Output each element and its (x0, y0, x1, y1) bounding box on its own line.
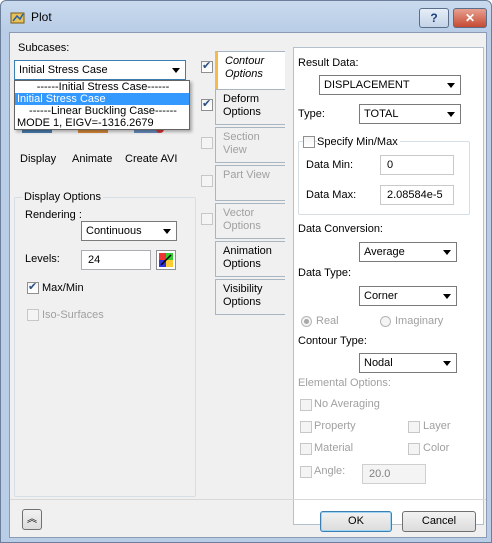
isosurfaces-checkbox[interactable] (27, 309, 39, 321)
elemental-options-label: Elemental Options: (298, 377, 391, 389)
chevron-down-icon (172, 68, 180, 73)
angle-checkbox[interactable] (300, 466, 312, 478)
data-conversion-dropdown[interactable]: Average (359, 242, 457, 262)
maxmin-label: Max/Min (42, 282, 84, 294)
subcase-option-initial-stress[interactable]: Initial Stress Case (15, 93, 189, 105)
color-label: Color (423, 442, 450, 454)
cancel-button[interactable]: Cancel (402, 511, 476, 532)
angle-input[interactable]: 20.0 (362, 464, 426, 484)
plot-app-icon (10, 12, 25, 24)
isosurfaces-label: Iso-Surfaces (42, 309, 104, 321)
property-checkbox[interactable] (300, 421, 312, 433)
chevron-down-icon (447, 112, 455, 117)
color-picker-icon[interactable] (156, 250, 176, 270)
tab-checkbox-vector[interactable] (201, 213, 213, 225)
contour-type-value: Nodal (364, 357, 393, 369)
tab-animation-options[interactable]: Animation Options (215, 241, 285, 277)
subcases-selected: Initial Stress Case (19, 64, 108, 76)
chevron-down-icon (447, 83, 455, 88)
maxmin-checkbox[interactable] (27, 280, 39, 294)
display-options-group (14, 197, 196, 497)
tab-checkbox-part[interactable] (201, 175, 213, 187)
data-type-value: Corner (364, 290, 398, 302)
color-checkbox[interactable] (408, 443, 420, 455)
rendering-value: Continuous (86, 225, 142, 237)
tab-visibility-options[interactable]: Visibility Options (215, 279, 285, 315)
dialog-body: Subcases: Initial Stress Case Display An… (9, 32, 487, 538)
real-radio[interactable] (301, 316, 312, 327)
animate-button-label[interactable]: Animate (72, 153, 112, 165)
tab-part-view[interactable]: Part View (215, 165, 285, 201)
data-type-label: Data Type: (298, 267, 351, 279)
material-checkbox[interactable] (300, 443, 312, 455)
result-data-dropdown[interactable]: DISPLACEMENT (319, 75, 461, 95)
real-label: Real (316, 315, 339, 327)
layer-checkbox[interactable] (408, 421, 420, 433)
chevron-down-icon (443, 250, 451, 255)
plot-window: Plot ? ✕ Subcases: Initial Stress Case D… (0, 0, 492, 543)
tab-checkbox-section[interactable] (201, 137, 213, 149)
subcase-option-mode1[interactable]: MODE 1, EIGV=-1316.2679 (15, 117, 189, 129)
tab-checkbox-deform[interactable] (201, 97, 213, 111)
type-label: Type: (298, 108, 325, 120)
display-button-label[interactable]: Display (20, 153, 56, 165)
no-averaging-checkbox[interactable] (300, 399, 312, 411)
tab-section-view[interactable]: Section View (215, 127, 285, 163)
expand-button[interactable]: ︽ (22, 509, 42, 530)
property-label: Property (314, 420, 356, 432)
material-label: Material (314, 442, 354, 454)
subcases-dropdown-list: ------Initial Stress Case------ Initial … (14, 80, 190, 130)
result-data-label: Result Data: (298, 57, 359, 69)
tab-contour-options[interactable]: Contour Options (215, 51, 285, 91)
type-dropdown[interactable]: TOTAL (359, 104, 461, 124)
type-value: TOTAL (364, 108, 399, 120)
rendering-label: Rendering : (25, 209, 82, 221)
chevron-down-icon (443, 361, 451, 366)
display-options-title: Display Options (22, 191, 104, 203)
tab-deform-options[interactable]: Deform Options (215, 89, 285, 125)
imaginary-radio[interactable] (380, 316, 391, 327)
contour-type-label: Contour Type: (298, 335, 367, 347)
ok-button[interactable]: OK (320, 511, 392, 532)
angle-label: Angle: (314, 465, 346, 477)
chevron-down-icon (163, 229, 171, 234)
tab-vector-options[interactable]: Vector Options (215, 203, 285, 239)
window-title: Plot (31, 10, 52, 24)
data-min-label: Data Min: (306, 159, 354, 171)
data-conversion-label: Data Conversion: (298, 223, 383, 235)
result-data-value: DISPLACEMENT (324, 79, 410, 91)
create-avi-button-label[interactable]: Create AVI (125, 153, 177, 165)
data-max-label: Data Max: (306, 189, 357, 201)
layer-label: Layer (423, 420, 451, 432)
subcase-option-header-buckling[interactable]: ------Linear Buckling Case------ (15, 105, 189, 117)
help-button[interactable]: ? (419, 8, 449, 28)
rendering-dropdown[interactable]: Continuous (81, 221, 177, 241)
specify-minmax-label: Specify Min/Max (317, 136, 400, 148)
title-bar[interactable]: Plot ? ✕ (1, 1, 491, 31)
data-min-field[interactable]: 0 (380, 155, 454, 175)
imaginary-label: Imaginary (395, 315, 444, 327)
tab-checkbox-contour[interactable] (201, 59, 213, 73)
data-conversion-value: Average (364, 246, 405, 258)
close-button[interactable]: ✕ (453, 8, 487, 28)
data-type-dropdown[interactable]: Corner (359, 286, 457, 306)
subcase-option-header-initial[interactable]: ------Initial Stress Case------ (15, 81, 189, 93)
subcases-dropdown[interactable]: Initial Stress Case (14, 60, 186, 80)
chevron-down-icon (443, 294, 451, 299)
data-max-field[interactable]: 2.08584e-5 (380, 185, 454, 205)
subcases-label: Subcases: (18, 42, 70, 54)
no-averaging-label: No Averaging (314, 398, 380, 410)
contour-type-dropdown[interactable]: Nodal (359, 353, 457, 373)
levels-label: Levels: (25, 253, 60, 265)
footer-divider (10, 499, 486, 500)
specify-minmax-checkbox[interactable] (303, 136, 315, 148)
levels-input[interactable]: 24 (81, 250, 151, 270)
